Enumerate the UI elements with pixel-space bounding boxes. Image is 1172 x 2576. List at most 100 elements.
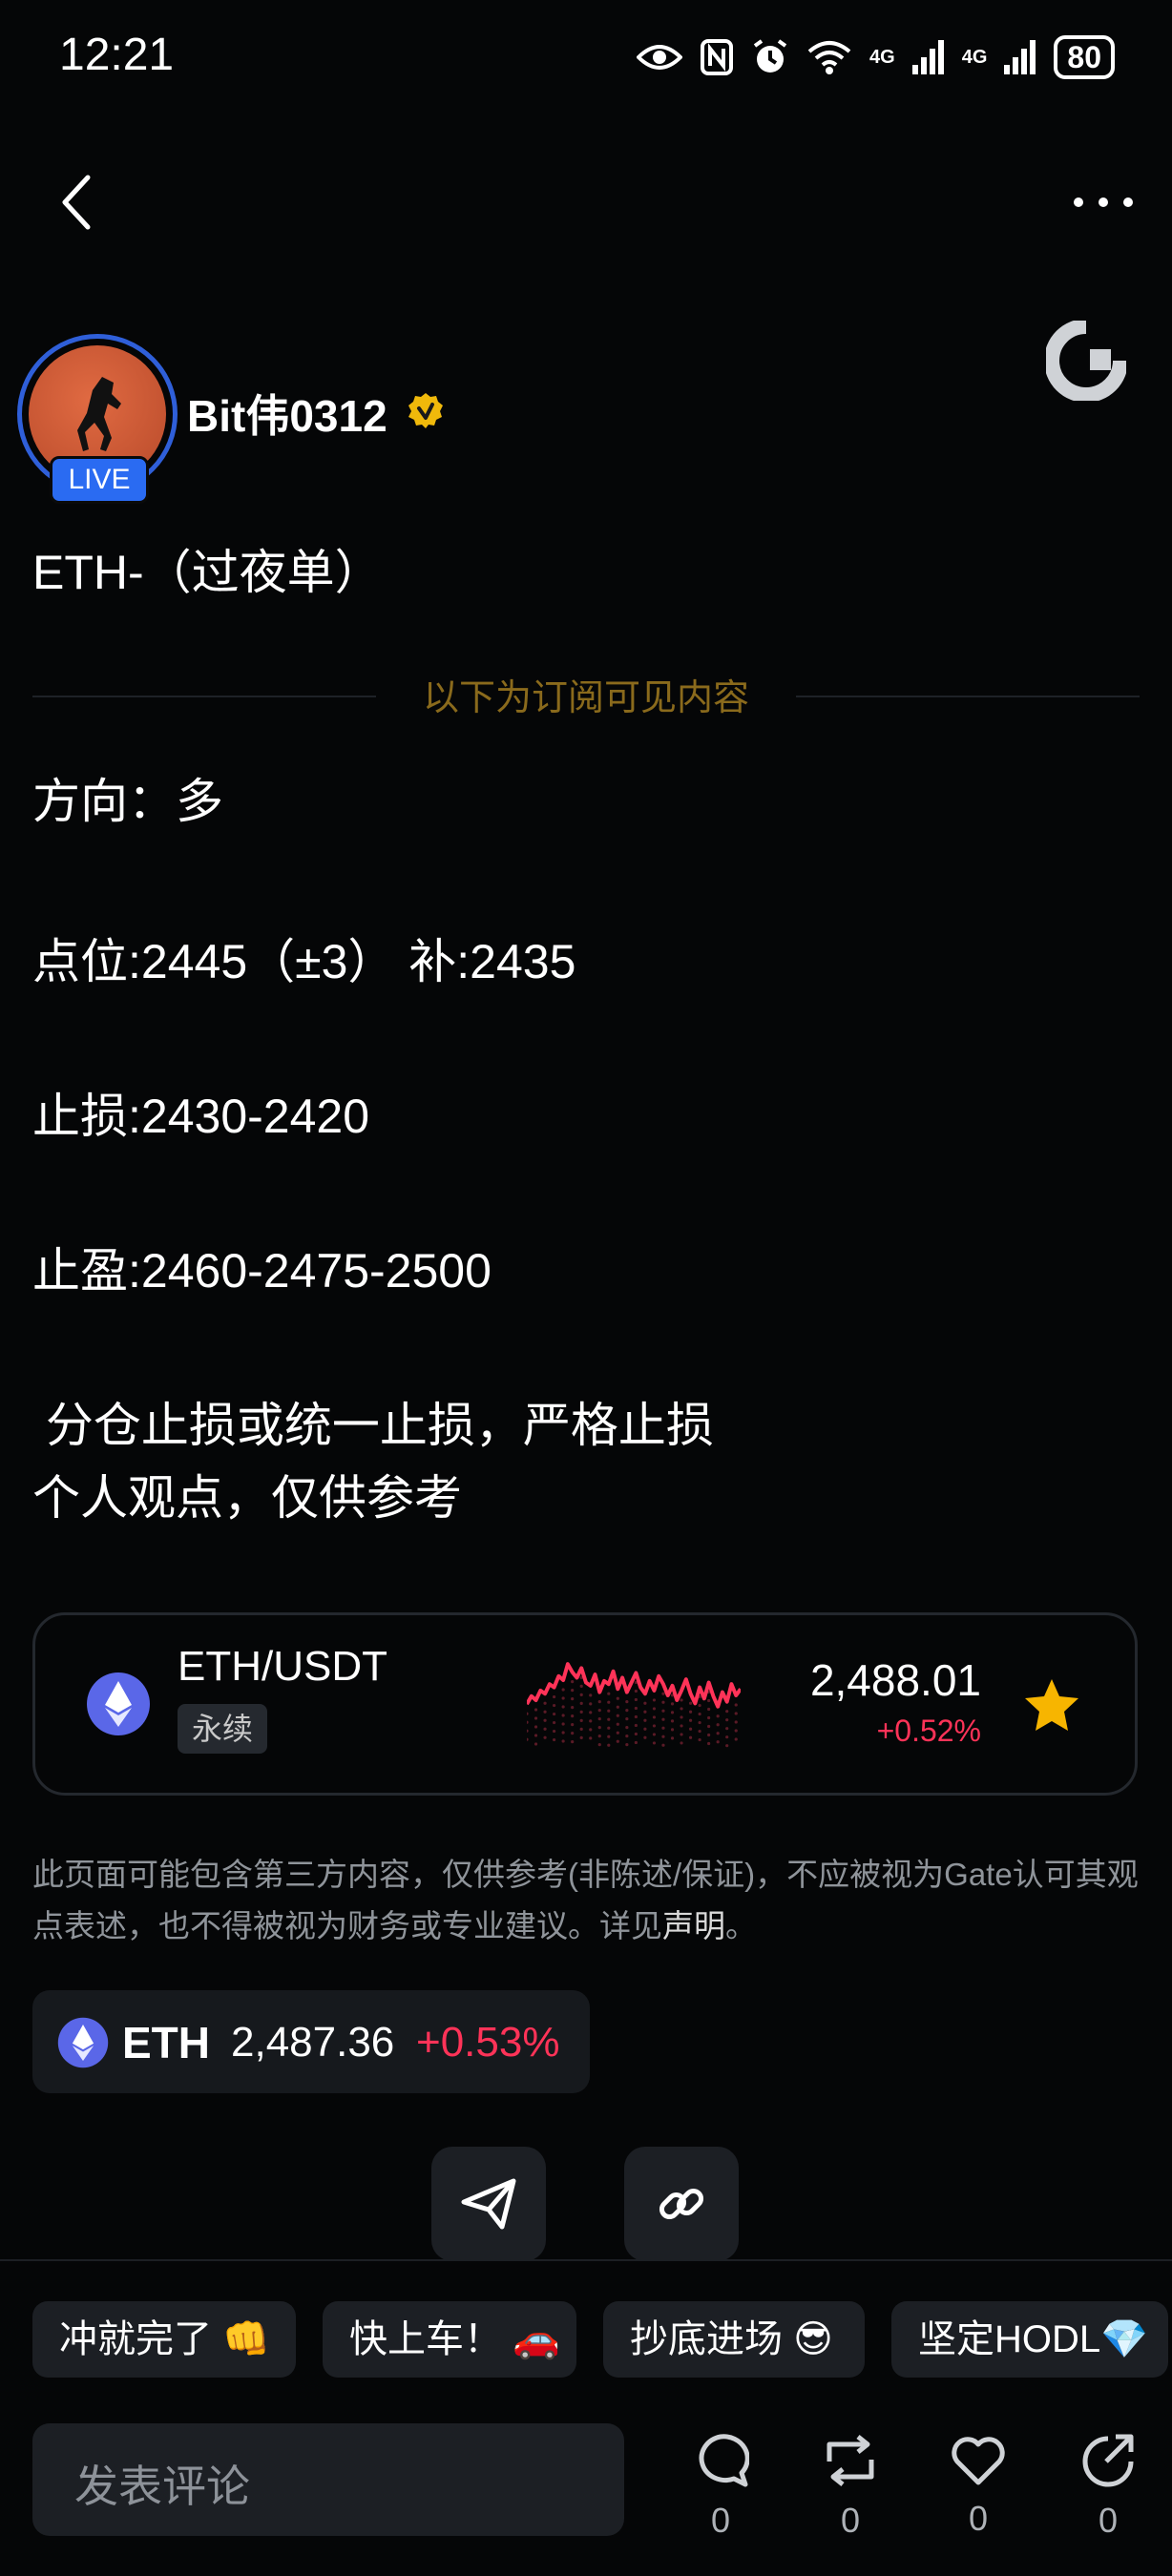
send-button[interactable] (431, 2147, 546, 2261)
link-icon (659, 2188, 704, 2220)
post-line-direction: 方向：多 (32, 775, 223, 828)
disclaimer-link[interactable]: 声明 (662, 1908, 725, 1943)
sparkline-fill-dot (725, 1718, 729, 1722)
sparkline-fill-dot (561, 1739, 565, 1743)
sparkline-fill-dot (571, 1732, 575, 1735)
sparkline-fill-dot (571, 1689, 575, 1693)
quick-reply-4[interactable]: 坚定HODL💎 (891, 2301, 1168, 2378)
sparkline-fill-dot (688, 1727, 693, 1731)
repost-action[interactable]: 0 (807, 2433, 893, 2541)
sparkline-fill-dot (597, 1743, 601, 1747)
sparkline-fill-dot (607, 1743, 611, 1747)
quick-reply-2[interactable]: 快上车！ 🚗 (323, 2301, 576, 2378)
sparkline-fill-dot (652, 1707, 657, 1711)
sparkline-fill-dot (597, 1717, 601, 1721)
signal-icon (911, 40, 944, 74)
like-action[interactable]: 0 (935, 2433, 1021, 2539)
quick-reply-3[interactable]: 抄底进场 😎 (603, 2301, 865, 2378)
sparkline-fill-dot (616, 1739, 619, 1743)
sparkline-fill-dot (616, 1731, 619, 1735)
sparkline-fill-dot (707, 1724, 711, 1729)
sparkline-fill-dot (607, 1700, 611, 1704)
network-type-2: 4G (961, 47, 988, 68)
sparkline-fill-dot (561, 1696, 565, 1700)
sparkline-fill-dot (734, 1737, 738, 1741)
sparkline-fill-dot (534, 1742, 538, 1746)
network-type-1: 4G (869, 47, 895, 68)
author-name[interactable]: Bit伟0312 (187, 382, 387, 445)
sparkline-fill-dot (625, 1743, 629, 1747)
sparkline-fill-dot (597, 1709, 601, 1713)
repost-count: 0 (840, 2501, 861, 2540)
sparkline-fill-dot (670, 1719, 675, 1723)
disclaimer-end: 。 (725, 1908, 757, 1943)
sparkline-fill-dot (616, 1696, 619, 1700)
sparkline-fill-dot (527, 1720, 529, 1724)
sparkline-fill-dot (725, 1744, 729, 1748)
bottom-separator (0, 2259, 1172, 2261)
sparkline-fill-dot (579, 1684, 583, 1688)
eye-icon (637, 45, 683, 70)
sparkline-fill-dot (643, 1710, 647, 1714)
status-icons: 4G 4G 80 (637, 31, 1115, 84)
sparkline-fill-dot (688, 1701, 693, 1705)
sparkline-fill-dot (543, 1727, 547, 1731)
comment-action[interactable]: 0 (678, 2433, 764, 2541)
sparkline-fill-dot (616, 1714, 619, 1717)
loading-icon (1046, 321, 1126, 401)
sparkline-fill-dot (534, 1734, 538, 1737)
post-line-stoploss: 止损:2430-2420 (32, 1090, 370, 1143)
sparkline-fill-dot (579, 1701, 583, 1705)
sparkline-fill-dot (652, 1733, 657, 1736)
live-badge[interactable]: LIVE (50, 456, 149, 504)
sparkline-fill-dot (571, 1740, 575, 1744)
sparkline-fill-dot (707, 1715, 711, 1720)
more-icon (1074, 197, 1133, 207)
sparkline-fill-dot (680, 1733, 683, 1736)
sparkline-fill-dot (561, 1731, 565, 1735)
sparkline-fill-dot (707, 1733, 711, 1737)
sparkline-fill-dot (716, 1732, 720, 1735)
ticker-symbol: ETH (122, 2018, 210, 2067)
eth-logo-icon-small (57, 2017, 109, 2068)
sparkline-fill-dot (607, 1735, 611, 1738)
sparkline-fill-dot (634, 1706, 638, 1711)
sparkline-fill-dot (579, 1718, 583, 1722)
back-button[interactable] (57, 172, 95, 238)
sparkline-fill-dot (543, 1710, 547, 1714)
sparkline-fill-dot (543, 1701, 547, 1705)
more-options-button[interactable] (1073, 181, 1134, 208)
send-icon (461, 2178, 516, 2230)
copy-link-button[interactable] (624, 2147, 739, 2261)
share-icon (1082, 2434, 1134, 2487)
sparkline-fill-dot (643, 1727, 647, 1731)
sparkline-fill-dot (607, 1726, 611, 1730)
post-line-note-1: 分仓止损或统一止损，严格止损 (32, 1399, 714, 1452)
sparkline-fill-dot (634, 1732, 638, 1736)
sparkline-fill-dot (725, 1727, 729, 1731)
sparkline-fill-dot (616, 1722, 619, 1726)
sparkline-fill-dot (652, 1741, 657, 1745)
sparkline-fill-dot (552, 1712, 556, 1716)
sparkline-fill-dot (634, 1723, 638, 1728)
like-icon (952, 2437, 1005, 2485)
quick-reply-1[interactable]: 冲就完了 👊 (32, 2301, 296, 2378)
sparkline-fill-dot (707, 1707, 711, 1712)
sparkline-fill-dot (698, 1720, 701, 1725)
sparkline-fill-dot (634, 1740, 638, 1745)
favorite-star-icon[interactable] (1023, 1677, 1080, 1733)
sparkline-fill-dot (561, 1714, 565, 1717)
sparkline-fill-dot (661, 1743, 665, 1747)
sparkline-fill-dot (597, 1735, 601, 1738)
ticker-price: 2,487.36 (231, 2019, 395, 2066)
contract-type-badge: 永续 (178, 1704, 267, 1754)
sparkline-fill-dot (571, 1697, 575, 1701)
share-action[interactable]: 0 (1065, 2433, 1151, 2541)
sparkline-fill-dot (561, 1722, 565, 1726)
alarm-icon (753, 39, 787, 73)
sparkline-fill-dot (698, 1703, 701, 1708)
sparkline-fill-dot (589, 1693, 593, 1697)
sparkline-fill-dot (534, 1725, 538, 1729)
sparkline-fill-dot (552, 1737, 556, 1742)
sparkline-fill-dot (734, 1729, 738, 1733)
